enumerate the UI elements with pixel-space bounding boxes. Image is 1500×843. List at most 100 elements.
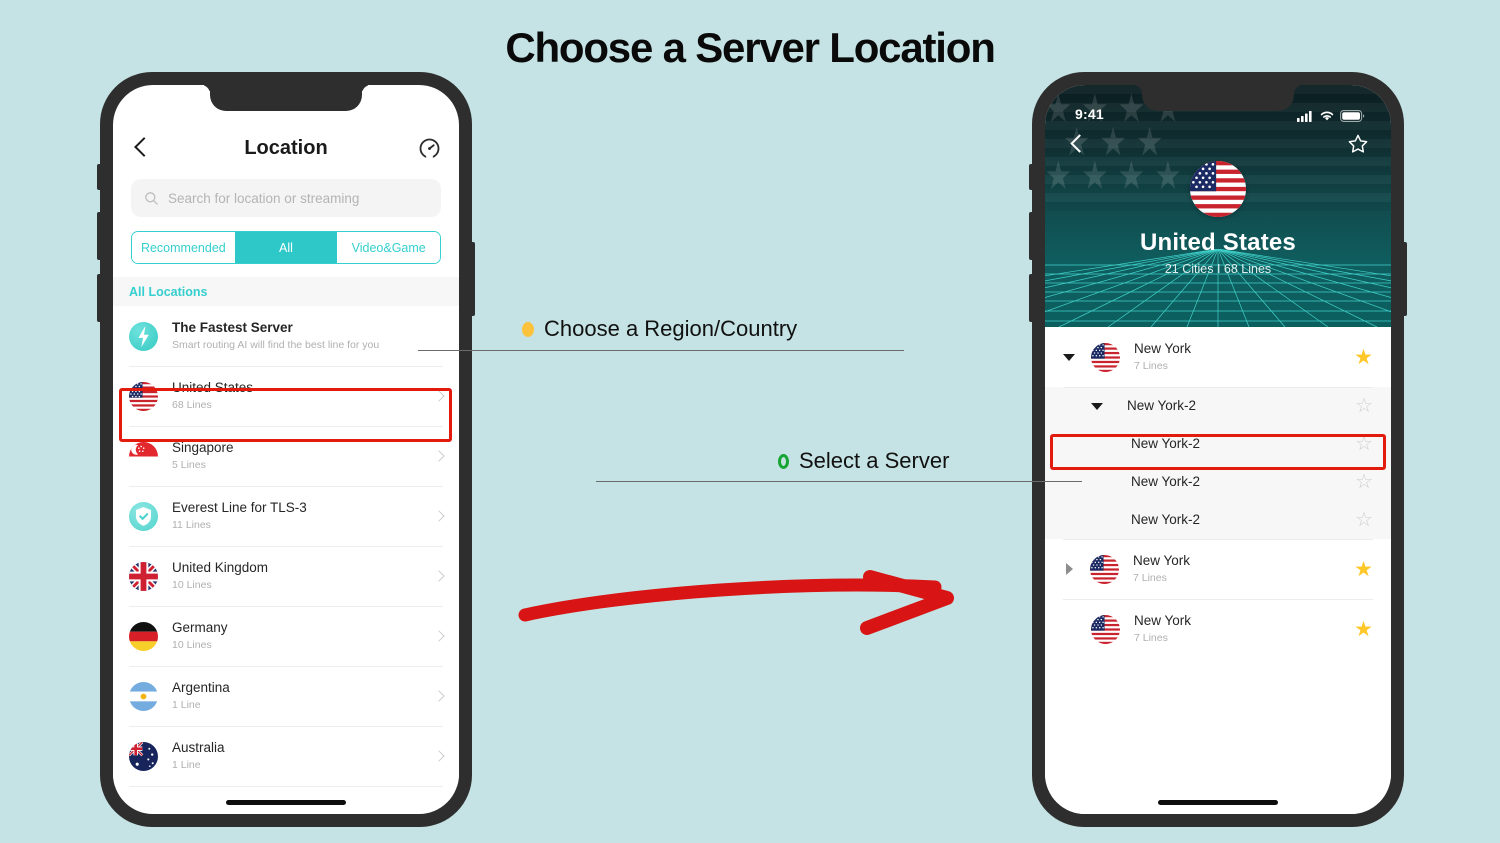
divider	[129, 606, 443, 607]
list-item-germany[interactable]: Germany 10 Lines	[113, 606, 459, 666]
list-item-title: New York	[1134, 340, 1192, 356]
callout-region-country: Choose a Region/Country	[522, 316, 797, 342]
right-phone-mockup: 9:41 United States 21 Cities I 68 Lines …	[1029, 72, 1407, 827]
triangle-right-icon[interactable]	[1066, 563, 1073, 575]
power-button[interactable]	[471, 242, 475, 316]
chevron-right-icon	[433, 690, 445, 702]
list-item-argentina[interactable]: Argentina 1 Line	[113, 666, 459, 726]
triangle-down-icon[interactable]	[1091, 402, 1103, 410]
chevron-left-icon[interactable]	[1067, 134, 1087, 154]
flag-ar-icon	[129, 681, 158, 711]
silent-switch[interactable]	[1029, 164, 1033, 190]
flag-us-icon	[1090, 554, 1119, 584]
flag-us-icon	[129, 381, 158, 411]
list-item-title: Germany	[172, 619, 228, 635]
list-item-subtitle: 10 Lines	[172, 638, 212, 651]
shield-check-icon	[129, 501, 158, 531]
right-phone-screen: 9:41 United States 21 Cities I 68 Lines …	[1045, 85, 1391, 814]
tab-recommended[interactable]: Recommended	[132, 232, 235, 263]
list-item-subtitle: 7 Lines	[1134, 359, 1168, 372]
list-item-subtitle: 68 Lines	[172, 398, 212, 411]
favorite-star-filled-icon[interactable]: ★	[1354, 347, 1373, 368]
tab-all[interactable]: All	[234, 232, 338, 263]
divider	[129, 366, 443, 367]
divider	[129, 786, 443, 787]
favorite-star-filled-icon[interactable]: ★	[1354, 619, 1373, 640]
list-item-subtitle: 11 Lines	[172, 518, 211, 531]
flag-au-icon	[129, 741, 158, 771]
chevron-left-icon[interactable]	[131, 137, 153, 159]
left-phone-mockup: Location Search for location or streamin…	[97, 72, 475, 827]
list-item-subtitle: 10 Lines	[172, 578, 212, 591]
list-item-title: New York	[1134, 612, 1192, 628]
tab-video-game[interactable]: Video&Game	[337, 232, 440, 263]
list-item-title: Singapore	[172, 439, 234, 455]
list-item-subtitle: Smart routing AI will find the best line…	[172, 338, 380, 351]
star-outline-icon[interactable]	[1347, 133, 1369, 155]
list-item-subtitle: 7 Lines	[1133, 571, 1167, 584]
list-item-title: New York-2	[1131, 511, 1201, 527]
list-item-city-new-york-1[interactable]: New York 7 Lines ★	[1045, 327, 1391, 387]
wifi-icon	[1320, 111, 1334, 121]
list-item-title: The Fastest Server	[172, 319, 293, 335]
chevron-right-icon	[433, 750, 445, 762]
divider	[1063, 387, 1373, 388]
flag-us-icon	[1091, 342, 1120, 372]
list-item-subtitle: 1 Line	[172, 698, 201, 711]
list-item-city-new-york-2[interactable]: New York 7 Lines ★	[1045, 539, 1391, 599]
volume-up-button[interactable]	[97, 212, 101, 260]
favorite-star-outline-icon[interactable]: ☆	[1355, 396, 1373, 416]
list-item-subtitle: 1 Line	[172, 758, 201, 771]
speedometer-icon[interactable]	[418, 137, 441, 160]
triangle-down-icon[interactable]	[1063, 353, 1075, 361]
favorite-star-filled-icon[interactable]: ★	[1354, 559, 1373, 580]
list-item-fastest-server[interactable]: The Fastest Server Smart routing AI will…	[113, 306, 459, 366]
list-item-city-new-york-3[interactable]: New York 7 Lines ★	[1045, 599, 1391, 659]
divider	[1063, 539, 1373, 540]
callout-select-server-text: Select a Server	[799, 448, 950, 473]
city-server-list: New York 7 Lines ★ New York-2 ☆ New York…	[1045, 327, 1391, 814]
flag-us-icon	[1190, 161, 1246, 217]
chevron-right-icon	[433, 390, 445, 402]
silent-switch[interactable]	[97, 164, 101, 190]
list-item-singapore[interactable]: Singapore 5 Lines	[113, 426, 459, 486]
country-hero-banner: 9:41 United States 21 Cities I 68 Lines	[1045, 85, 1391, 327]
callout-line-region	[418, 350, 904, 352]
volume-up-button[interactable]	[1029, 212, 1033, 260]
divider	[129, 666, 443, 667]
hero-nav-bar	[1045, 125, 1391, 159]
list-item-title: United Kingdom	[172, 559, 269, 575]
chevron-right-icon	[433, 450, 445, 462]
favorite-star-outline-icon[interactable]: ☆	[1355, 472, 1373, 492]
list-item-everest-line[interactable]: Everest Line for TLS-3 11 Lines	[113, 486, 459, 546]
chevron-right-icon	[433, 570, 445, 582]
list-item-server-selected[interactable]: New York-2 ☆	[1045, 425, 1391, 463]
list-item-title: New York-2	[1131, 435, 1201, 451]
power-button[interactable]	[1403, 242, 1407, 316]
list-item-australia[interactable]: Australia 1 Line	[113, 726, 459, 786]
flag-sg-icon	[129, 441, 158, 471]
divider	[129, 486, 443, 487]
divider	[1063, 599, 1373, 600]
list-item-united-kingdom[interactable]: United Kingdom 10 Lines	[113, 546, 459, 606]
hero-country-name: United States	[1140, 229, 1296, 256]
search-input[interactable]: Search for location or streaming	[131, 179, 441, 217]
list-item-title: United States	[172, 379, 254, 395]
volume-down-button[interactable]	[97, 274, 101, 322]
favorite-star-outline-icon[interactable]: ☆	[1355, 510, 1373, 530]
list-item-server-2[interactable]: New York-2 ☆	[1045, 463, 1391, 501]
list-item-united-states[interactable]: United States 68 Lines	[113, 366, 459, 426]
favorite-star-outline-icon[interactable]: ☆	[1355, 434, 1373, 454]
list-item-subtitle: 5 Lines	[172, 458, 206, 471]
fastest-server-bolt-icon	[129, 321, 158, 351]
page-title: Choose a Server Location	[505, 24, 996, 71]
list-item-title: Everest Line for TLS-3	[172, 499, 307, 515]
home-indicator	[1158, 800, 1278, 805]
divider	[129, 546, 443, 547]
volume-down-button[interactable]	[1029, 274, 1033, 322]
red-curved-arrow	[515, 560, 970, 645]
list-item-server-3[interactable]: New York-2 ☆	[1045, 501, 1391, 539]
callout-line-server	[596, 481, 1082, 483]
list-item-server-group-1[interactable]: New York-2 ☆	[1045, 387, 1391, 425]
list-item-title: New York	[1133, 552, 1191, 568]
